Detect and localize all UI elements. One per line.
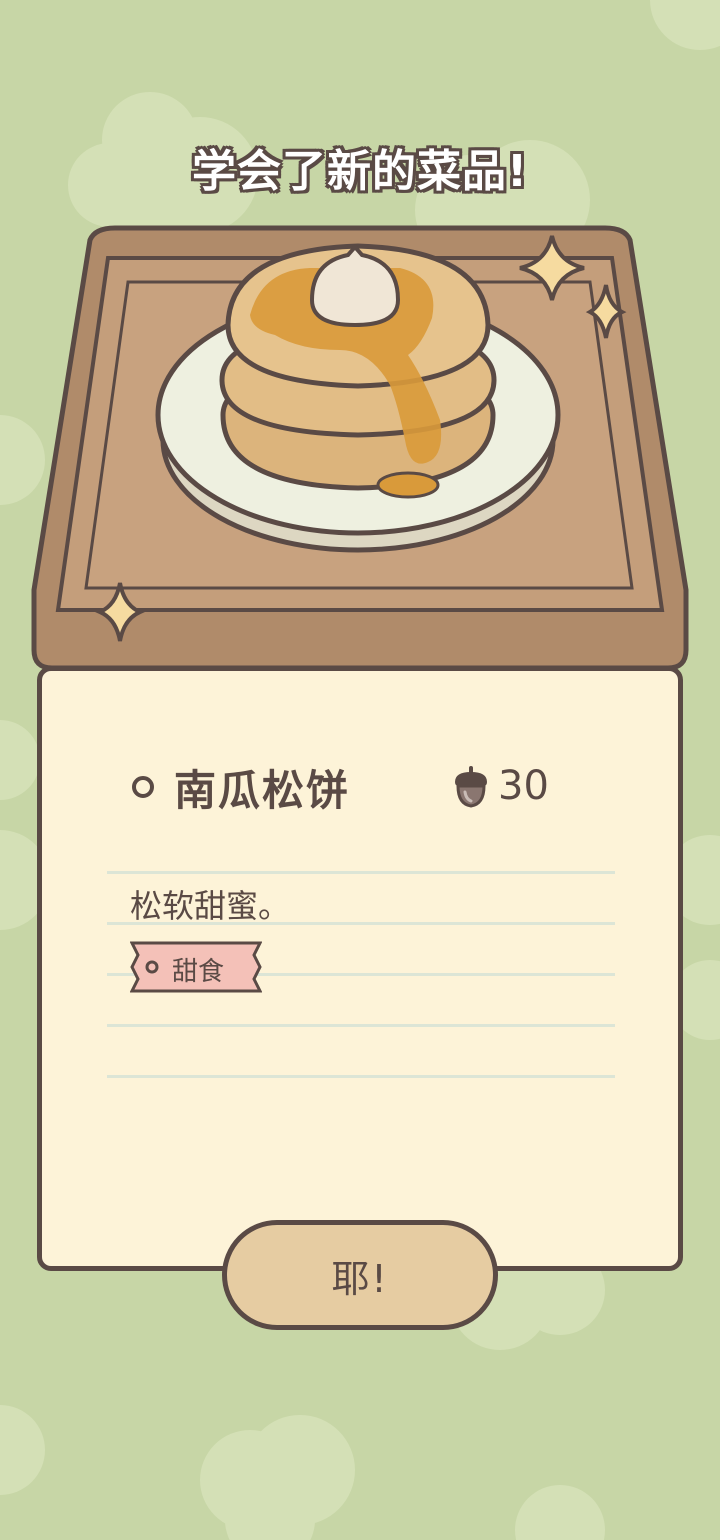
dish-name-row: 南瓜松饼: [132, 759, 350, 815]
tag-label: 甜食: [172, 957, 225, 987]
page-title: 学会了新的菜品!: [191, 146, 529, 197]
ruled-line: [107, 1075, 615, 1078]
ruled-line: [107, 1024, 615, 1027]
price-value: 30: [498, 763, 549, 809]
dish-illustration: [31, 225, 689, 671]
dish-description: 松软甜蜜。: [130, 887, 291, 925]
price-group: 30: [452, 761, 549, 811]
ruled-line: [107, 871, 615, 874]
confirm-button-label: 耶!: [331, 1256, 389, 1301]
bullet-icon: [132, 776, 154, 798]
recipe-card: 南瓜松饼 30 松软甜蜜。 甜食: [37, 666, 683, 1271]
acorn-icon: [455, 766, 487, 808]
confirm-button[interactable]: 耶!: [222, 1220, 498, 1330]
category-tag: 甜食: [130, 941, 262, 993]
dish-name: 南瓜松饼: [174, 765, 351, 815]
